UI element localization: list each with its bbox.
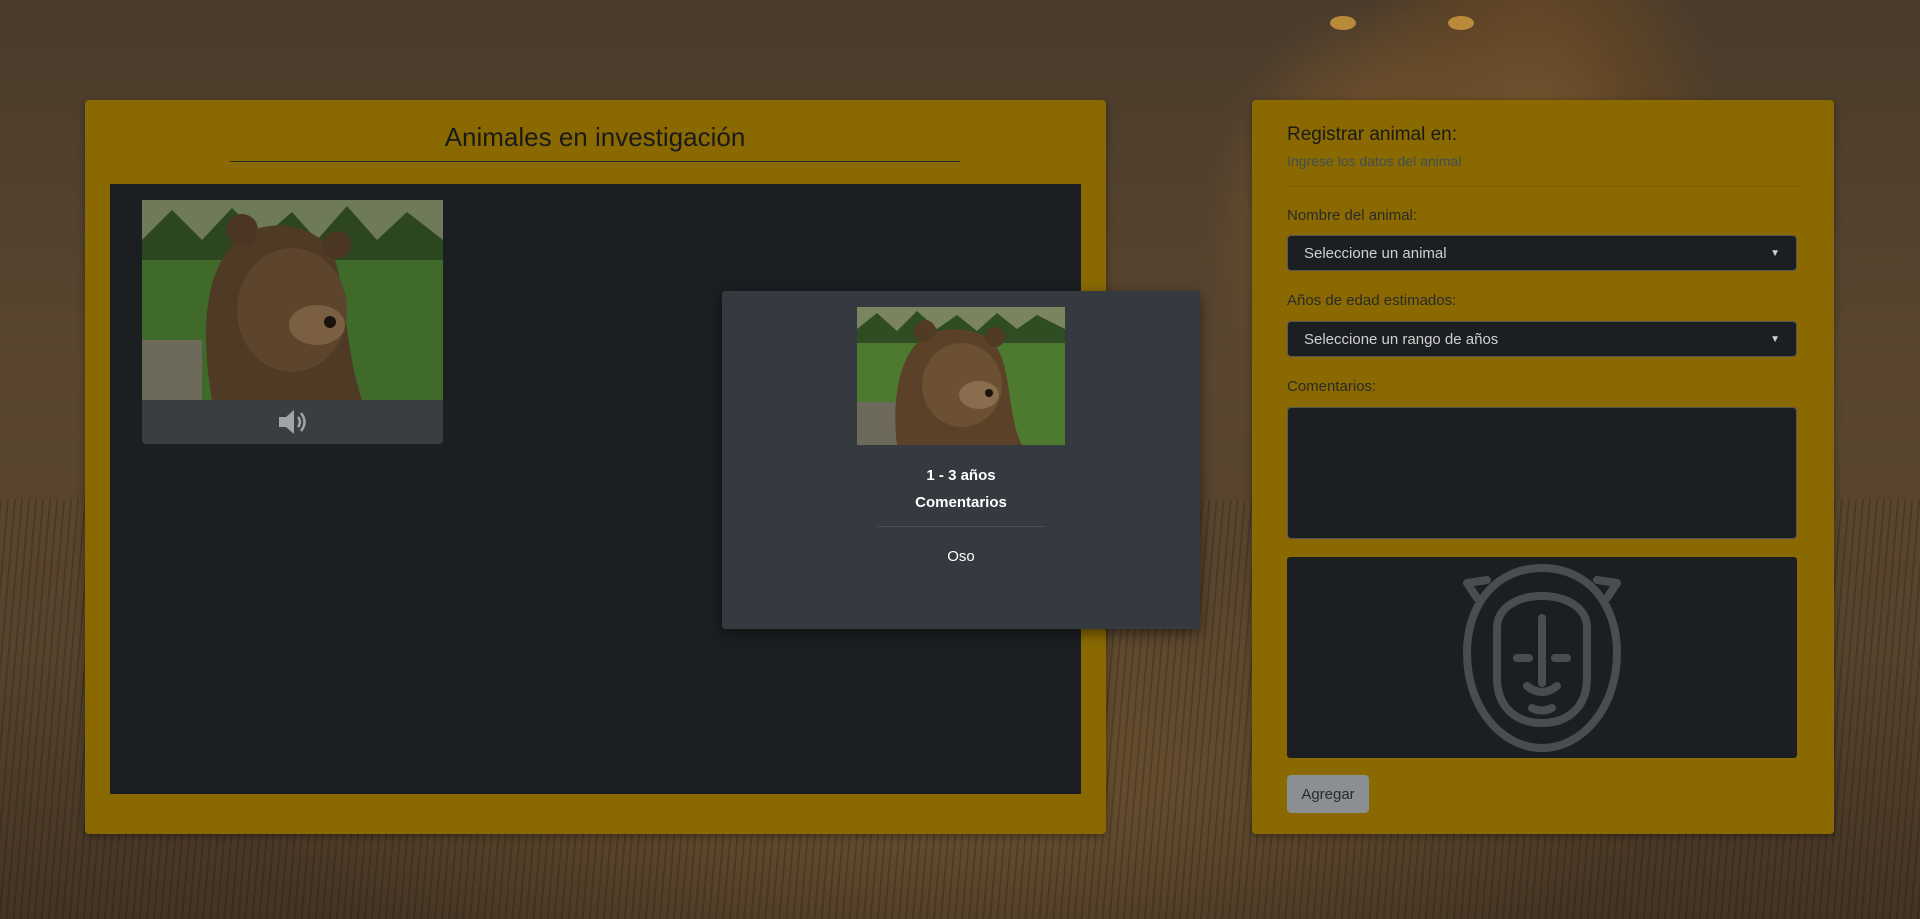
comments-textarea[interactable] [1287, 407, 1797, 539]
modal-animal-name: Oso [947, 548, 975, 565]
animal-name-label: Nombre del animal: [1287, 207, 1418, 224]
speaker-icon [278, 410, 306, 434]
chevron-down-icon: ▼ [1770, 333, 1780, 345]
lion-outline-icon [1463, 563, 1621, 752]
animal-select-value: Seleccione un animal [1304, 244, 1447, 262]
sound-button[interactable] [142, 400, 443, 444]
register-title: Registrar animal en: [1287, 124, 1458, 145]
animal-detail-modal: 1 - 3 años Comentarios Oso [722, 291, 1200, 629]
register-subtitle: Ingrese los datos del animal [1287, 153, 1462, 169]
age-select-value: Seleccione un rango de años [1304, 330, 1499, 348]
register-divider [1287, 186, 1799, 187]
lion-eye-right [1448, 16, 1474, 30]
comments-label: Comentarios: [1287, 378, 1377, 395]
modal-comments-heading: Comentarios [915, 494, 1007, 511]
animal-select[interactable]: Seleccione un animal ▼ [1287, 235, 1797, 271]
animal-card[interactable] [142, 200, 443, 444]
modal-divider [877, 526, 1045, 527]
register-panel: Registrar animal en: Ingrese los datos d… [1252, 100, 1834, 834]
bear-image[interactable] [142, 200, 443, 400]
modal-age: 1 - 3 años [926, 467, 996, 484]
age-label: Años de edad estimados: [1287, 292, 1457, 309]
age-select[interactable]: Seleccione un rango de años ▼ [1287, 321, 1797, 357]
chevron-down-icon: ▼ [1770, 247, 1780, 259]
add-button[interactable]: Agregar [1287, 775, 1369, 813]
investigation-title: Animales en investigación [230, 122, 960, 162]
modal-bear-image [857, 307, 1065, 445]
lion-eye-left [1330, 16, 1356, 30]
animal-preview [1287, 557, 1797, 758]
